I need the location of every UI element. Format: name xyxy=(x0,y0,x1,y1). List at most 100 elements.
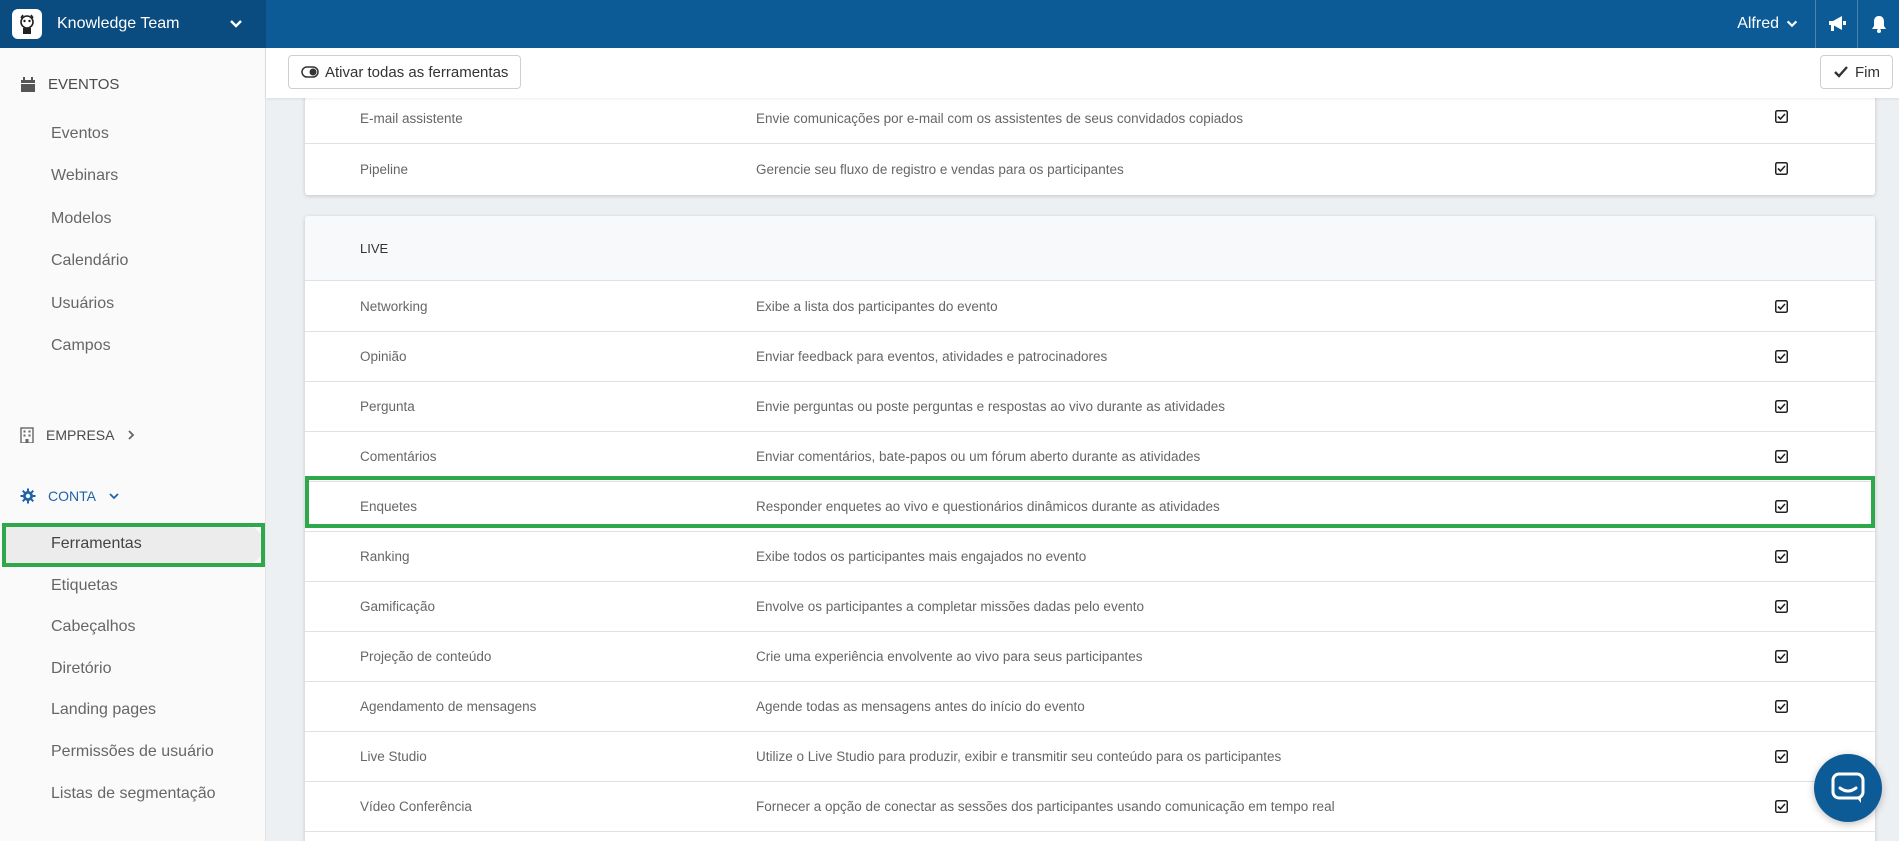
checkbox-checked-icon[interactable] xyxy=(1775,600,1788,613)
sidebar-item-permissoes[interactable]: Permissões de usuário xyxy=(51,743,214,761)
tool-name: Vídeo Conferência xyxy=(360,799,472,814)
tool-description: Gerencie seu fluxo de registro e vendas … xyxy=(756,161,1124,177)
checkbox-checked-icon[interactable] xyxy=(1775,400,1788,413)
table-row: Live Studio Utilize o Live Studio para p… xyxy=(305,732,1875,782)
tool-description: Enviar comentários, bate-papos ou um fór… xyxy=(756,449,1201,464)
sidebar-section-title: CONTA xyxy=(48,488,96,504)
checkbox-checked-icon[interactable] xyxy=(1775,450,1788,463)
table-row: Comentários Enviar comentários, bate-pap… xyxy=(305,432,1875,482)
sidebar-item-ferramentas[interactable]: Ferramentas xyxy=(51,535,142,553)
tool-name: Enquetes xyxy=(360,499,418,514)
table-row: Networking Exibe a lista dos participant… xyxy=(305,282,1875,332)
table-row: Enquetes Responder enquetes ao vivo e qu… xyxy=(305,482,1875,532)
tool-name: Comentários xyxy=(360,449,437,464)
checkbox-checked-icon[interactable] xyxy=(1775,750,1788,763)
tool-description: Exibe todos os participantes mais engaja… xyxy=(756,549,1087,564)
table-row: Ranking Exibe todos os participantes mai… xyxy=(305,532,1875,582)
tool-description: Envie perguntas ou poste perguntas e res… xyxy=(756,399,1226,414)
checkbox-checked-icon[interactable] xyxy=(1775,162,1788,175)
tool-name: Opinião xyxy=(360,349,407,364)
chat-icon xyxy=(1831,772,1865,803)
table-row: Gamificação Envolve os participantes a c… xyxy=(305,582,1875,632)
tool-description: Crie uma experiência envolvente ao vivo … xyxy=(756,649,1143,664)
sidebar: EVENTOS Eventos Webinars Modelos Calendá… xyxy=(0,48,266,841)
sidebar-item-listas[interactable]: Listas de segmentação xyxy=(51,785,216,803)
table-row: E-mail assistente Envie comunicações por… xyxy=(305,94,1875,144)
tool-description: Agende todas as mensagens antes do iníci… xyxy=(756,699,1085,714)
tool-name: Gamificação xyxy=(360,599,436,614)
checkbox-checked-icon[interactable] xyxy=(1775,110,1788,123)
sidebar-item-campos[interactable]: Campos xyxy=(51,337,111,355)
sidebar-section-empresa[interactable]: EMPRESA xyxy=(20,427,136,443)
workspace-switcher[interactable]: Knowledge Team xyxy=(0,0,266,48)
bell-icon xyxy=(1871,16,1886,33)
table-row: Pergunta Envie perguntas ou poste pergun… xyxy=(305,382,1875,432)
chat-launcher-button[interactable] xyxy=(1814,754,1882,822)
activate-all-label: Ativar todas as ferramentas xyxy=(325,63,509,81)
tool-description: Envolve os participantes a completar mis… xyxy=(756,599,1144,614)
tool-name: Networking xyxy=(360,299,428,314)
tool-description: Exibe a lista dos participantes do event… xyxy=(756,299,998,314)
megaphone-icon xyxy=(1828,16,1846,31)
checkbox-checked-icon[interactable] xyxy=(1775,350,1788,363)
tool-name: Agendamento de mensagens xyxy=(360,699,537,714)
table-row: Agendamento de mensagens Agende todas as… xyxy=(305,682,1875,732)
finish-label: Fim xyxy=(1855,63,1880,81)
table-row: Vídeo Conferência Fornecer a opção de co… xyxy=(305,782,1875,832)
toggle-icon xyxy=(301,66,319,78)
checkbox-checked-icon[interactable] xyxy=(1775,500,1788,513)
tool-description: Envie comunicações por e-mail com os ass… xyxy=(756,111,1244,126)
notifications-button[interactable] xyxy=(1857,0,1899,48)
tools-card-top: E-mail assistente Envie comunicações por… xyxy=(305,88,1875,195)
checkbox-checked-icon[interactable] xyxy=(1775,800,1788,813)
tool-name: Ranking xyxy=(360,549,410,564)
finish-button[interactable]: Fim xyxy=(1820,55,1893,89)
section-header: LIVE xyxy=(305,216,1875,281)
tool-description: Enviar feedback para eventos, atividades… xyxy=(756,349,1108,364)
checkbox-checked-icon[interactable] xyxy=(1775,700,1788,713)
check-icon xyxy=(1834,66,1848,78)
table-row: Opinião Enviar feedback para eventos, at… xyxy=(305,332,1875,382)
section-title: LIVE xyxy=(360,241,389,256)
brand-logo xyxy=(12,9,42,39)
sidebar-item-eventos[interactable]: Eventos xyxy=(51,125,109,143)
tools-card-live: LIVE Networking Exibe a lista dos partic… xyxy=(305,216,1875,841)
checkbox-checked-icon[interactable] xyxy=(1775,550,1788,563)
table-row: Projeção de conteúdo Crie uma experiênci… xyxy=(305,632,1875,682)
chevron-down-icon xyxy=(109,493,119,500)
building-icon xyxy=(20,427,34,443)
user-name: Alfred xyxy=(1737,15,1779,32)
tool-name: Projeção de conteúdo xyxy=(360,649,492,664)
tool-name: Pergunta xyxy=(360,399,415,414)
tool-description: Utilize o Live Studio para produzir, exi… xyxy=(756,749,1282,764)
calendar-icon xyxy=(21,76,35,92)
sidebar-section-eventos[interactable]: EVENTOS xyxy=(20,76,119,93)
sidebar-section-conta[interactable]: CONTA xyxy=(20,488,120,504)
sidebar-item-modelos[interactable]: Modelos xyxy=(51,210,111,228)
announcements-button[interactable] xyxy=(1815,0,1857,48)
checkbox-checked-icon[interactable] xyxy=(1775,300,1788,313)
sidebar-item-landing-pages[interactable]: Landing pages xyxy=(51,701,156,719)
activate-all-button[interactable]: Ativar todas as ferramentas xyxy=(288,55,522,89)
sidebar-section-title: EMPRESA xyxy=(46,427,115,443)
workspace-name: Knowledge Team xyxy=(57,15,180,32)
sidebar-item-etiquetas[interactable]: Etiquetas xyxy=(51,577,118,595)
sidebar-item-diretorio[interactable]: Diretório xyxy=(51,660,111,678)
tool-name: Pipeline xyxy=(360,161,409,177)
table-row: Pipeline Gerencie seu fluxo de registro … xyxy=(305,144,1875,194)
tool-description: Fornecer a opção de conectar as sessões … xyxy=(756,799,1335,814)
sidebar-item-cabecalhos[interactable]: Cabeçalhos xyxy=(51,618,136,636)
sidebar-item-calendario[interactable]: Calendário xyxy=(51,252,128,270)
sidebar-item-webinars[interactable]: Webinars xyxy=(51,167,118,185)
checkbox-checked-icon[interactable] xyxy=(1775,650,1788,663)
tool-name: E-mail assistente xyxy=(360,111,463,126)
sidebar-section-title: EVENTOS xyxy=(48,76,120,93)
toolbar: Ativar todas as ferramentas Fim xyxy=(266,48,1899,98)
gear-icon xyxy=(20,488,36,504)
tool-name: Live Studio xyxy=(360,749,427,764)
chevron-right-icon xyxy=(128,430,135,440)
top-bar: Knowledge Team Alfred xyxy=(0,0,1899,48)
tool-description: Responder enquetes ao vivo e questionári… xyxy=(756,499,1220,514)
sidebar-item-usuarios[interactable]: Usuários xyxy=(51,295,114,313)
user-menu[interactable]: Alfred xyxy=(1737,15,1815,33)
